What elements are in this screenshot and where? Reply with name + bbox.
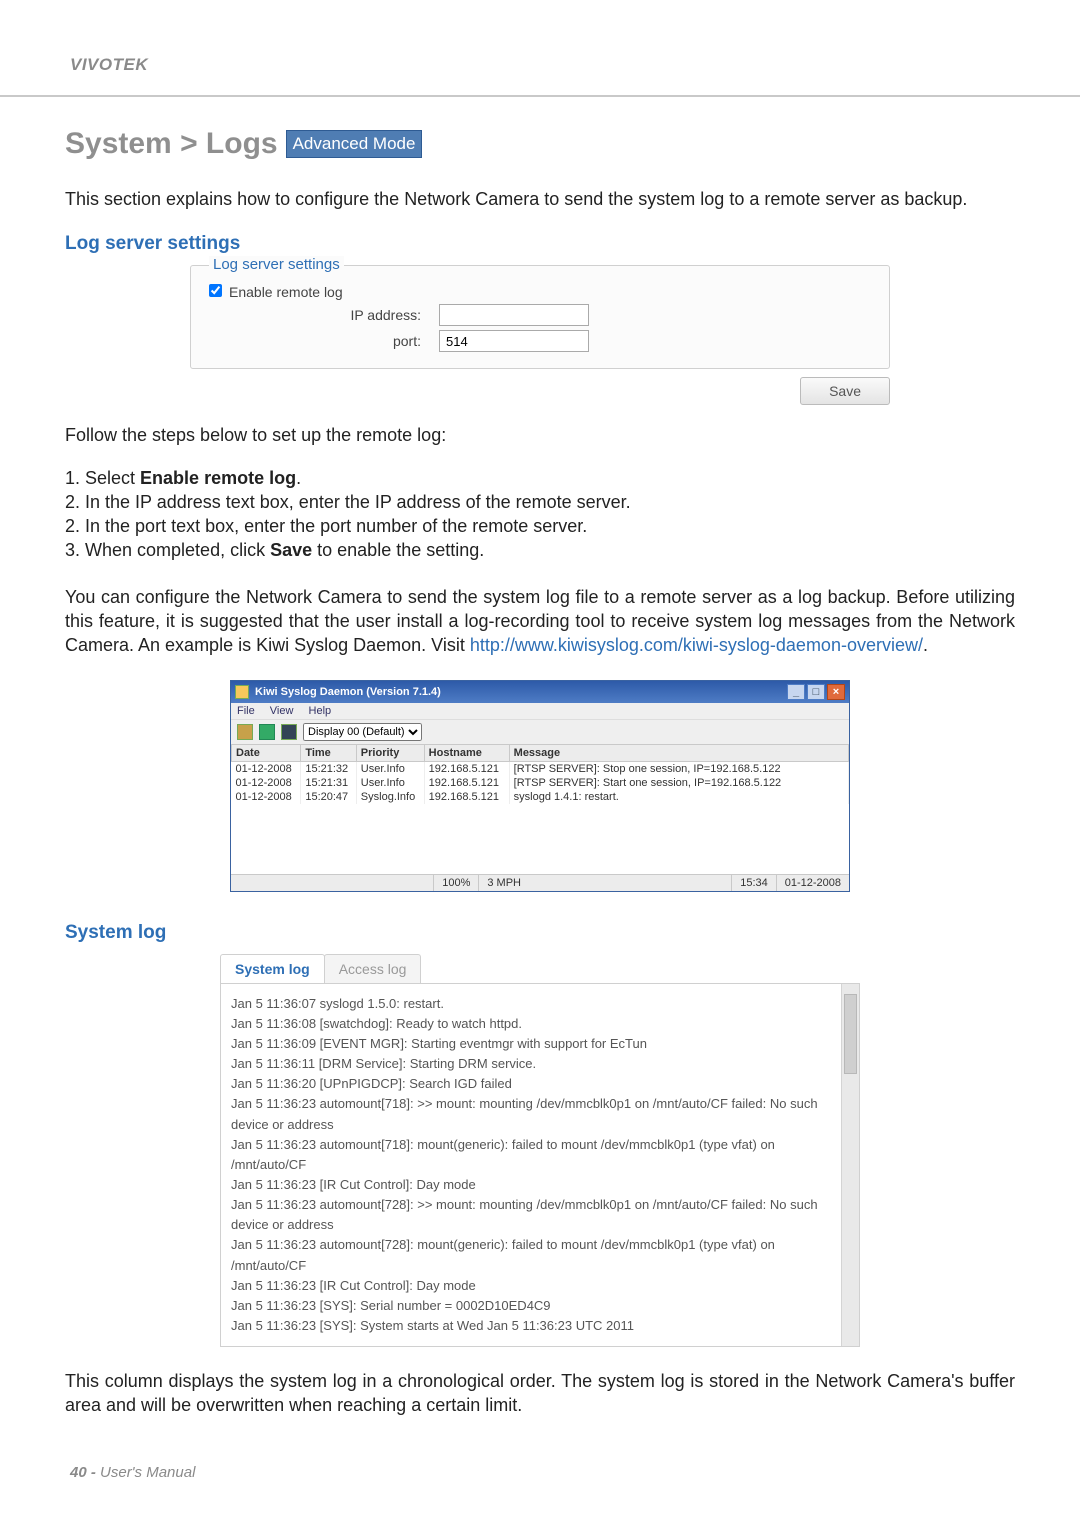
kiwi-toolbar: Display 00 (Default) bbox=[231, 719, 849, 744]
log-tabs: System log Access log bbox=[220, 954, 860, 983]
list-item: Jan 5 11:36:23 automount[718]: mount(gen… bbox=[231, 1135, 837, 1175]
ip-address-input[interactable] bbox=[439, 304, 589, 326]
toolbar-icon-1[interactable] bbox=[237, 724, 253, 740]
col-message[interactable]: Message bbox=[509, 744, 848, 761]
col-hostname[interactable]: Hostname bbox=[424, 744, 509, 761]
page-number: 40 - User's Manual bbox=[70, 1464, 195, 1481]
kiwi-titlebar: Kiwi Syslog Daemon (Version 7.1.4) _ □ × bbox=[231, 681, 849, 703]
backup-text-end: . bbox=[923, 635, 928, 655]
ip-address-label: IP address: bbox=[209, 307, 439, 323]
menu-help[interactable]: Help bbox=[309, 705, 332, 717]
list-item: Jan 5 11:36:23 automount[728]: mount(gen… bbox=[231, 1235, 837, 1275]
table-row[interactable]: 01-12-2008 15:21:31 User.Info 192.168.5.… bbox=[232, 776, 849, 790]
list-item: Jan 5 11:36:23 [SYS]: Serial number = 00… bbox=[231, 1296, 837, 1316]
kiwi-log-grid: Date Time Priority Hostname Message 01-1… bbox=[231, 744, 849, 874]
page-number-value: 40 - bbox=[70, 1464, 100, 1481]
col-priority[interactable]: Priority bbox=[356, 744, 424, 761]
fieldset-legend: Log server settings bbox=[209, 256, 344, 273]
kiwi-statusbar: 100% 3 MPH 15:34 01-12-2008 bbox=[231, 874, 849, 891]
table-row[interactable]: 01-12-2008 15:21:32 User.Info 192.168.5.… bbox=[232, 761, 849, 776]
kiwi-app-icon bbox=[235, 685, 249, 699]
col-time[interactable]: Time bbox=[301, 744, 356, 761]
table-row[interactable]: 01-12-2008 15:20:47 Syslog.Info 192.168.… bbox=[232, 790, 849, 804]
minimize-icon[interactable]: _ bbox=[787, 684, 805, 700]
step-3-bold: Save bbox=[270, 540, 312, 560]
brand-label: VIVOTEK bbox=[70, 55, 148, 74]
list-item: Jan 5 11:36:23 [SYS]: System starts at W… bbox=[231, 1316, 837, 1336]
kiwi-table: Date Time Priority Hostname Message 01-1… bbox=[231, 744, 849, 804]
page-title: System > Logs bbox=[65, 127, 278, 161]
scrollbar-thumb[interactable] bbox=[844, 994, 857, 1074]
page-number-label: User's Manual bbox=[100, 1464, 195, 1481]
port-input[interactable] bbox=[439, 330, 589, 352]
page-header: VIVOTEK bbox=[0, 0, 1080, 97]
status-time: 15:34 bbox=[731, 875, 776, 891]
enable-remote-log-checkbox[interactable] bbox=[209, 284, 229, 300]
list-item: Jan 5 11:36:23 automount[728]: >> mount:… bbox=[231, 1195, 837, 1235]
title-row: System > Logs Advanced Mode bbox=[65, 127, 1015, 161]
kiwi-title-text: Kiwi Syslog Daemon (Version 7.1.4) bbox=[255, 686, 441, 698]
enable-remote-log-label: Enable remote log bbox=[229, 284, 343, 300]
log-server-fieldset: Log server settings Enable remote log IP… bbox=[190, 265, 890, 369]
list-item: Jan 5 11:36:23 [IR Cut Control]: Day mod… bbox=[231, 1276, 837, 1296]
list-item: Jan 5 11:36:23 automount[718]: >> mount:… bbox=[231, 1094, 837, 1134]
menu-file[interactable]: File bbox=[237, 705, 255, 717]
system-log-panel: System log Access log Jan 5 11:36:07 sys… bbox=[220, 954, 860, 1347]
log-entries: Jan 5 11:36:07 syslogd 1.5.0: restart. J… bbox=[231, 994, 859, 1336]
step-1-bold: Enable remote log bbox=[140, 468, 296, 488]
list-item: Jan 5 11:36:11 [DRM Service]: Starting D… bbox=[231, 1054, 837, 1074]
toolbar-icon-3[interactable] bbox=[281, 724, 297, 740]
kiwi-menubar: File View Help bbox=[231, 703, 849, 719]
display-select[interactable]: Display 00 (Default) bbox=[303, 723, 422, 741]
port-row: port: bbox=[209, 330, 871, 352]
step-3-prefix: 3. When completed, click bbox=[65, 540, 270, 560]
log-server-heading: Log server settings bbox=[65, 233, 1015, 255]
kiwi-header-row: Date Time Priority Hostname Message bbox=[232, 744, 849, 761]
list-item: Jan 5 11:36:23 [IR Cut Control]: Day mod… bbox=[231, 1175, 837, 1195]
scrollbar[interactable] bbox=[841, 984, 859, 1346]
list-item: Jan 5 11:36:09 [EVENT MGR]: Starting eve… bbox=[231, 1034, 837, 1054]
save-button[interactable]: Save bbox=[800, 377, 890, 405]
list-item: Jan 5 11:36:07 syslogd 1.5.0: restart. bbox=[231, 994, 837, 1014]
col-date[interactable]: Date bbox=[232, 744, 301, 761]
step-1-prefix: 1. Select bbox=[65, 468, 140, 488]
kiwi-syslog-window: Kiwi Syslog Daemon (Version 7.1.4) _ □ ×… bbox=[230, 680, 850, 892]
ip-address-row: IP address: bbox=[209, 304, 871, 326]
tab-system-log[interactable]: System log bbox=[220, 954, 325, 983]
maximize-icon[interactable]: □ bbox=[807, 684, 825, 700]
backup-paragraph: You can configure the Network Camera to … bbox=[65, 585, 1015, 658]
list-item: Jan 5 11:36:20 [UPnPIGDCP]: Search IGD f… bbox=[231, 1074, 837, 1094]
status-pct: 100% bbox=[433, 875, 478, 891]
content-area: System > Logs Advanced Mode This section… bbox=[0, 97, 1080, 1418]
port-label: port: bbox=[209, 333, 439, 349]
kiwi-link[interactable]: http://www.kiwisyslog.com/kiwi-syslog-da… bbox=[470, 635, 923, 655]
enable-remote-log-row: Enable remote log bbox=[209, 284, 871, 300]
advanced-mode-badge: Advanced Mode bbox=[286, 130, 423, 158]
list-item: Jan 5 11:36:08 [swatchdog]: Ready to wat… bbox=[231, 1014, 837, 1034]
intro-text: This section explains how to configure t… bbox=[65, 187, 1015, 211]
system-log-heading: System log bbox=[65, 922, 1015, 944]
steps-list: 1. Select Enable remote log. 2. In the I… bbox=[65, 466, 1015, 563]
outro-text: This column displays the system log in a… bbox=[65, 1369, 1015, 1418]
close-icon[interactable]: × bbox=[827, 684, 845, 700]
save-row: Save bbox=[190, 377, 890, 405]
status-mph: 3 MPH bbox=[478, 875, 529, 891]
step-2b: 2. In the port text box, enter the port … bbox=[65, 514, 1015, 538]
tab-access-log[interactable]: Access log bbox=[324, 954, 422, 983]
follow-steps-intro: Follow the steps below to set up the rem… bbox=[65, 423, 1015, 447]
step-3-suffix: to enable the setting. bbox=[312, 540, 484, 560]
status-date: 01-12-2008 bbox=[776, 875, 849, 891]
log-server-settings-panel: Log server settings Enable remote log IP… bbox=[190, 265, 890, 405]
step-2a: 2. In the IP address text box, enter the… bbox=[65, 490, 1015, 514]
menu-view[interactable]: View bbox=[270, 705, 294, 717]
system-log-box: Jan 5 11:36:07 syslogd 1.5.0: restart. J… bbox=[220, 983, 860, 1347]
toolbar-icon-2[interactable] bbox=[259, 724, 275, 740]
step-1-suffix: . bbox=[296, 468, 301, 488]
